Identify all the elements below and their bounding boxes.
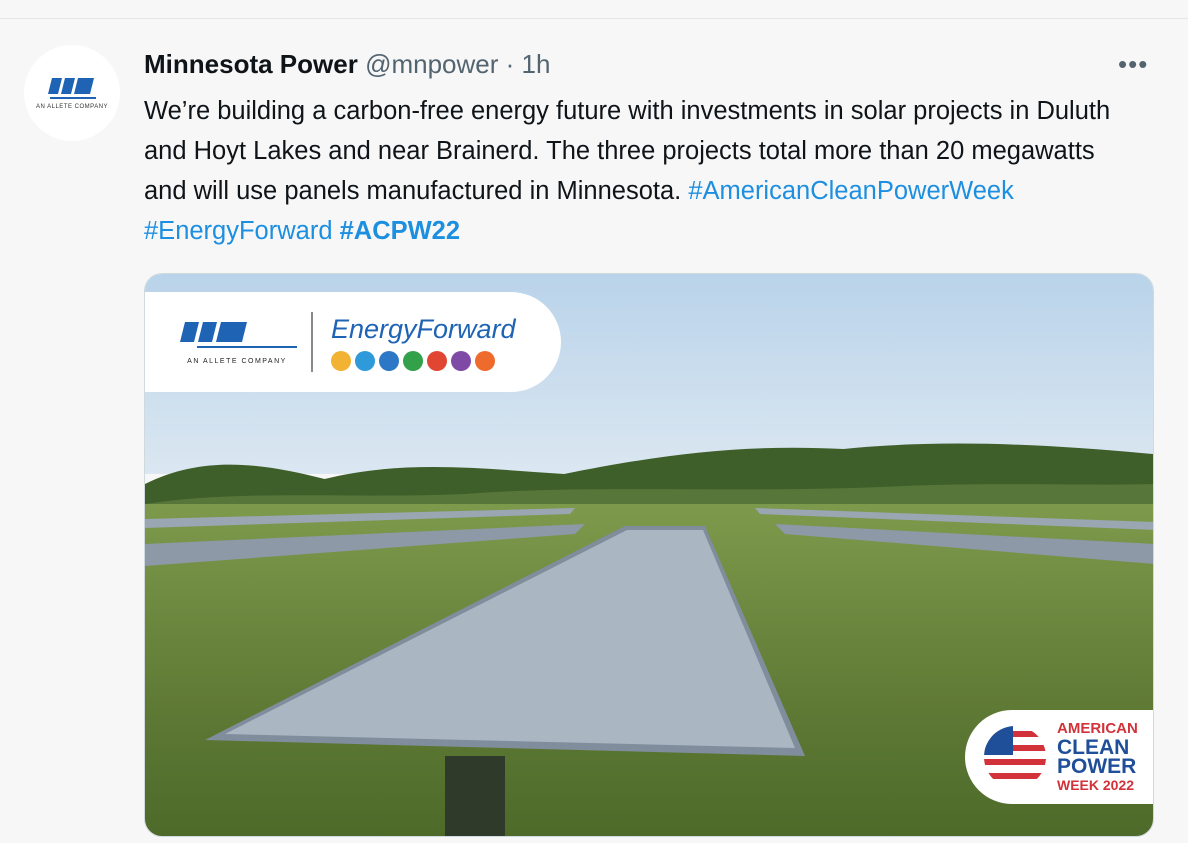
hashtag-link[interactable]: #EnergyForward (144, 217, 333, 245)
campaign-icons (331, 350, 516, 371)
car-icon (427, 350, 447, 371)
tweet-text: We’re building a carbon-free energy futu… (144, 91, 1144, 251)
avatar-subtitle: AN ALLETE COMPANY (35, 104, 109, 110)
wind-icon (379, 350, 399, 371)
leaf-icon (403, 350, 423, 371)
hashtag-link[interactable]: #AmericanCleanPowerWeek (688, 177, 1014, 205)
tweet-timestamp[interactable]: 1h (522, 49, 551, 79)
gas-icon (451, 350, 471, 371)
minnesota-power-logo-icon (180, 321, 297, 348)
campaign-title: EnergyForward (331, 313, 516, 344)
meta-separator: · (505, 49, 515, 79)
more-horizontal-icon[interactable]: ••• (1118, 49, 1148, 80)
media-brand-logo: AN ALLETE COMPANY (163, 312, 313, 372)
people-icon (475, 350, 495, 371)
badge-line-3: POWER (1057, 755, 1137, 778)
media-logo-subtitle: AN ALLETE COMPANY (187, 357, 287, 365)
water-icon (355, 350, 375, 371)
badge-line-4: WEEK 2022 (1057, 777, 1135, 793)
tweet-header: Minnesota Power @mnpower · 1h (144, 49, 550, 80)
minnesota-power-logo-icon (48, 78, 96, 99)
tweet-card[interactable]: AN ALLETE COMPANY Minnesota Power @mnpow… (0, 18, 1188, 843)
hashtag-link[interactable]: #ACPW22 (340, 217, 460, 245)
author-handle[interactable]: @mnpower (365, 49, 498, 79)
tweet-media-image[interactable]: AN ALLETE COMPANY EnergyForward AMERICAN… (144, 273, 1154, 837)
energyforward-banner: AN ALLETE COMPANY EnergyForward (145, 292, 561, 392)
flag-circle-icon (984, 726, 1046, 788)
sun-icon (331, 350, 351, 371)
acpw-badge: AMERICAN CLEAN POWER WEEK 2022 (965, 710, 1153, 804)
avatar[interactable]: AN ALLETE COMPANY (24, 45, 120, 141)
author-name[interactable]: Minnesota Power (144, 49, 358, 79)
